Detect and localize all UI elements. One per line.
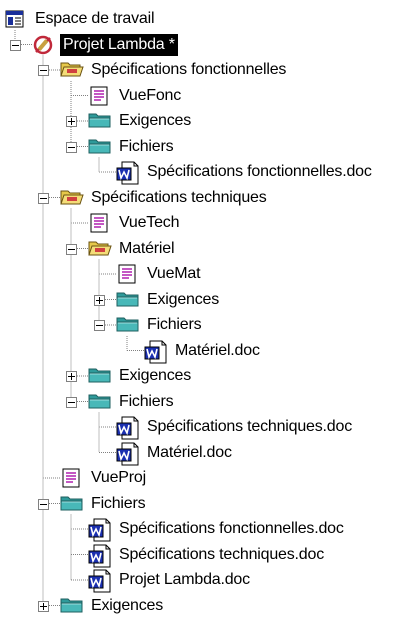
tree-node[interactable]: Matériel.doc bbox=[116, 440, 235, 466]
tree-node[interactable]: VueFonc bbox=[88, 83, 184, 109]
tree-node-label[interactable]: Spécifications techniques.doc bbox=[116, 544, 327, 566]
tree-node-label[interactable]: Fichiers bbox=[88, 493, 148, 515]
tree-node[interactable]: Exigences bbox=[88, 363, 194, 389]
tree-node[interactable]: Exigences bbox=[116, 287, 222, 313]
expand-toggle[interactable] bbox=[94, 294, 105, 306]
tree-node-label[interactable]: Spécifications techniques bbox=[88, 187, 270, 209]
word-doc-icon bbox=[116, 161, 140, 185]
tree-node[interactable]: Spécifications fonctionnelles bbox=[60, 57, 289, 83]
folder-icon bbox=[88, 110, 112, 132]
tree-node-label[interactable]: Exigences bbox=[116, 110, 194, 132]
workspace-tree[interactable]: Espace de travail Projet Lambda * Spécif… bbox=[0, 0, 408, 617]
tree-node[interactable]: Spécifications fonctionnelles.doc bbox=[88, 516, 347, 542]
word-doc-icon bbox=[116, 416, 140, 440]
collapse-toggle[interactable] bbox=[66, 243, 77, 255]
folder-icon bbox=[60, 595, 84, 617]
folder-icon bbox=[116, 314, 140, 336]
tree-node[interactable]: Exigences bbox=[60, 593, 166, 619]
collapse-toggle[interactable] bbox=[38, 65, 49, 76]
tree-node[interactable]: Spécifications techniques.doc bbox=[88, 542, 327, 568]
view-icon bbox=[88, 212, 112, 234]
expand-toggle[interactable] bbox=[38, 600, 49, 612]
collapse-toggle[interactable] bbox=[66, 141, 77, 153]
tree-node[interactable]: VueTech bbox=[88, 210, 182, 236]
tree-node-label[interactable]: Spécifications fonctionnelles.doc bbox=[144, 161, 375, 183]
tree-node-label[interactable]: Spécifications fonctionnelles bbox=[88, 59, 289, 81]
tree-node-label[interactable]: Spécifications fonctionnelles.doc bbox=[116, 518, 347, 540]
tree-node[interactable]: Fichiers bbox=[116, 312, 204, 338]
view-icon bbox=[88, 85, 112, 107]
tree-node-label[interactable]: Matériel bbox=[116, 238, 177, 260]
folder-icon bbox=[88, 365, 112, 387]
project-icon bbox=[32, 34, 56, 56]
tree-node[interactable]: Projet Lambda.doc bbox=[88, 567, 253, 593]
tree-node[interactable]: Matériel.doc bbox=[144, 338, 263, 364]
tree-node[interactable]: Exigences bbox=[88, 108, 194, 134]
collapse-toggle[interactable] bbox=[38, 192, 49, 204]
folder-icon bbox=[88, 391, 112, 413]
expand-toggle[interactable] bbox=[66, 116, 77, 127]
tree-node-label[interactable]: Espace de travail bbox=[32, 8, 157, 30]
tree-node[interactable]: VueProj bbox=[60, 465, 149, 491]
view-icon bbox=[116, 263, 140, 285]
tree-node-label[interactable]: Exigences bbox=[116, 365, 194, 387]
tree-node-label[interactable]: VueProj bbox=[88, 467, 149, 489]
tree-node-label[interactable]: Fichiers bbox=[116, 391, 176, 413]
word-doc-icon bbox=[88, 544, 112, 567]
collapse-toggle[interactable] bbox=[66, 396, 77, 408]
tree-node-label[interactable]: VueTech bbox=[116, 212, 182, 234]
tree-node[interactable]: Espace de travail bbox=[4, 6, 157, 32]
tree-node[interactable]: Fichiers bbox=[88, 134, 176, 160]
collapse-toggle[interactable] bbox=[10, 39, 21, 51]
tree-node[interactable]: Spécifications techniques bbox=[60, 185, 270, 211]
tree-node-label[interactable]: Matériel.doc bbox=[144, 442, 235, 464]
expand-toggle[interactable] bbox=[66, 371, 77, 382]
tree-node-label[interactable]: Projet Lambda.doc bbox=[116, 569, 253, 591]
word-doc-icon bbox=[144, 340, 168, 363]
tree-node[interactable]: Fichiers bbox=[88, 389, 176, 415]
open-folder-icon bbox=[88, 238, 112, 260]
tree-node-label[interactable]: Exigences bbox=[88, 595, 166, 617]
tree-node-label[interactable]: Fichiers bbox=[116, 136, 176, 158]
open-folder-icon bbox=[60, 59, 84, 81]
folder-icon bbox=[116, 289, 140, 311]
folder-icon bbox=[88, 136, 112, 158]
tree-node[interactable]: Spécifications fonctionnelles.doc bbox=[116, 159, 375, 185]
tree-node[interactable]: VueMat bbox=[116, 261, 203, 287]
tree-node[interactable]: Matériel bbox=[88, 236, 177, 262]
tree-node-label[interactable]: Fichiers bbox=[144, 314, 204, 336]
tree-node-label[interactable]: VueFonc bbox=[116, 85, 184, 107]
tree-node[interactable]: Fichiers bbox=[60, 491, 148, 517]
word-doc-icon bbox=[88, 569, 112, 593]
collapse-toggle[interactable] bbox=[94, 320, 105, 331]
tree-node-label[interactable]: Spécifications techniques.doc bbox=[144, 416, 355, 438]
tree-node-label[interactable]: Projet Lambda * bbox=[60, 33, 178, 56]
tree-node-label[interactable]: VueMat bbox=[144, 263, 203, 285]
view-icon bbox=[60, 467, 84, 489]
tree-node-label[interactable]: Exigences bbox=[144, 289, 222, 311]
tree-node[interactable]: Projet Lambda * bbox=[32, 32, 178, 58]
workspace-icon bbox=[4, 8, 28, 30]
open-folder-icon bbox=[60, 187, 84, 209]
tree-node-label[interactable]: Matériel.doc bbox=[172, 340, 263, 362]
folder-icon bbox=[60, 493, 84, 515]
word-doc-icon bbox=[88, 518, 112, 542]
word-doc-icon bbox=[116, 442, 140, 465]
collapse-toggle[interactable] bbox=[38, 498, 49, 510]
tree-node[interactable]: Spécifications techniques.doc bbox=[116, 414, 355, 440]
